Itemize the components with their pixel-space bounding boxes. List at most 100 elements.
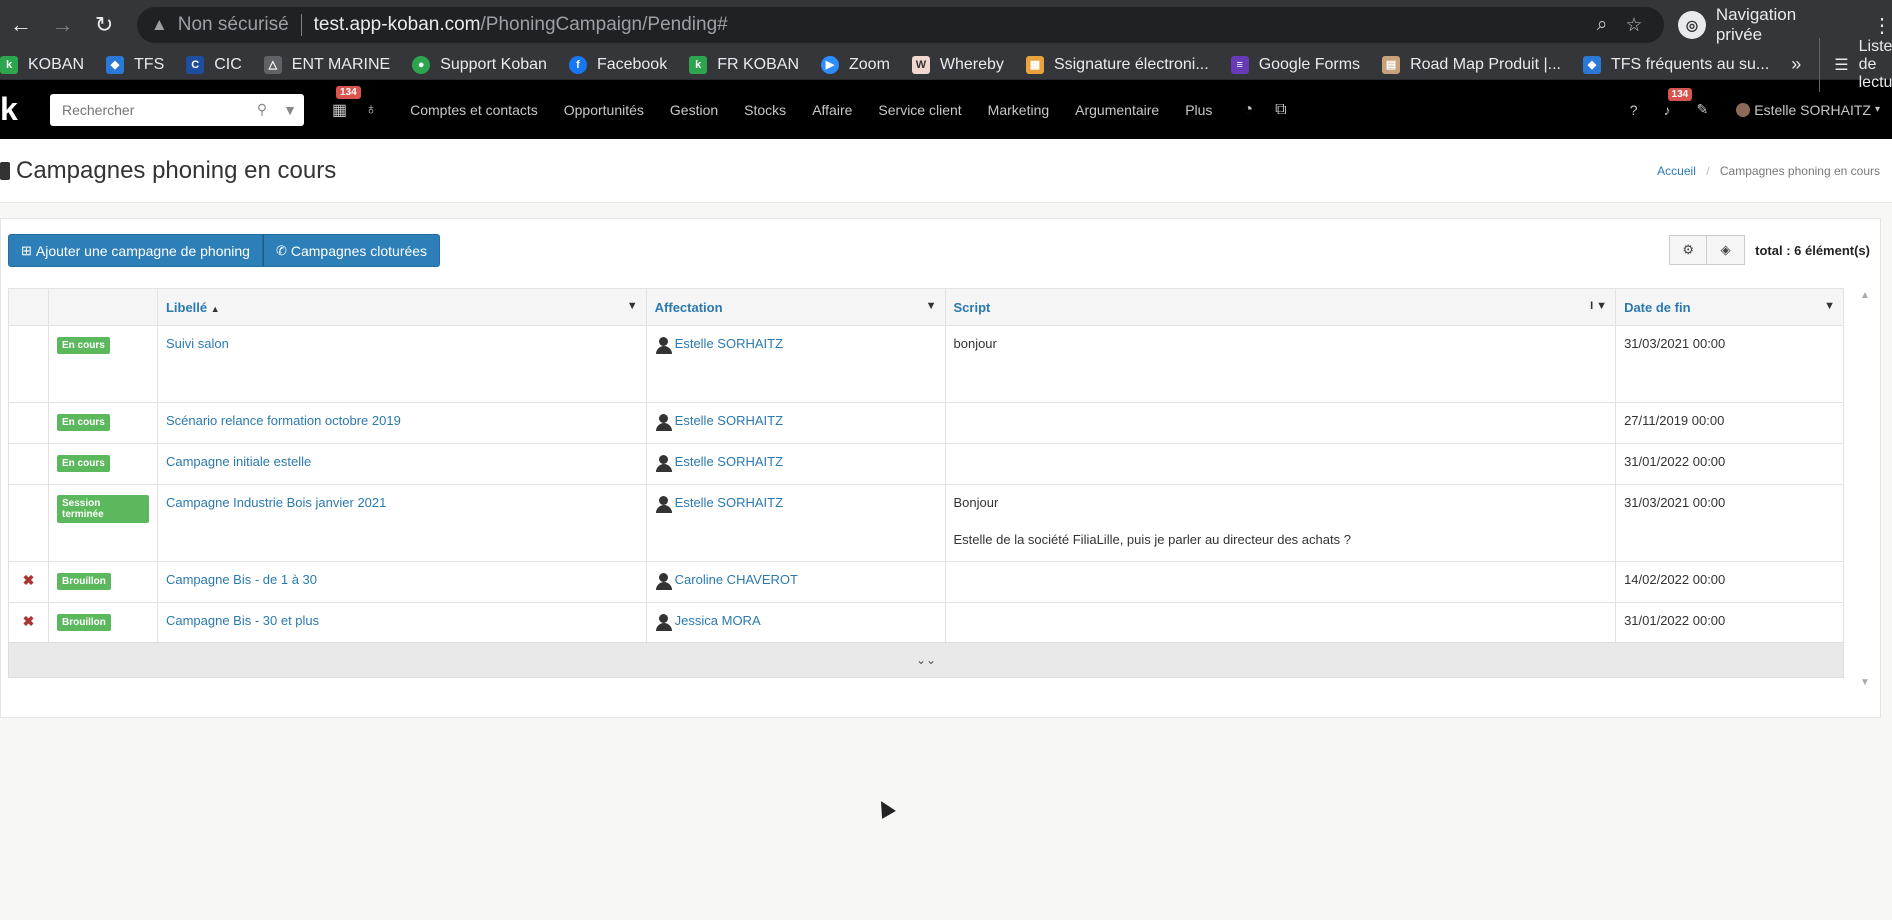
tfs-icon: ◆ — [106, 55, 125, 74]
assignee-link[interactable]: Estelle SORHAITZ — [675, 336, 783, 351]
bookmark-koban[interactable]: k KOBAN — [0, 55, 84, 74]
campaign-link[interactable]: Scénario relance formation octobre 2019 — [166, 413, 401, 428]
filter-icon[interactable]: ▼ — [1824, 300, 1835, 312]
campaign-link[interactable]: Campagne Industrie Bois janvier 2021 — [166, 495, 386, 510]
windows-icon[interactable]: ⧉ — [1275, 101, 1286, 119]
column-status — [47, 288, 158, 326]
filter-icon[interactable]: ▼ — [276, 102, 304, 118]
bookmark-cic[interactable]: C CIC — [186, 55, 242, 74]
filter-icon[interactable]: ▼ — [926, 300, 937, 312]
menu-plus[interactable]: Plus — [1185, 102, 1212, 118]
closed-campaigns-button[interactable]: ✆ Campagnes cloturées — [262, 234, 441, 267]
campaign-link[interactable]: Campagne Bis - 30 et plus — [166, 613, 319, 628]
zoom-icon: ▶ — [821, 55, 839, 74]
notification-count-badge: 134 — [1667, 87, 1693, 101]
campaign-link[interactable]: Campagne initiale estelle — [166, 454, 311, 469]
status-badge: Brouillon — [56, 614, 111, 631]
campaign-link[interactable]: Suivi salon — [166, 336, 229, 351]
more-menu-icon[interactable]: ⋮ — [1872, 13, 1892, 38]
star-icon[interactable]: ☆ — [1618, 14, 1650, 37]
cube-icon[interactable]: ◈ — [1707, 235, 1746, 265]
column-date-fin[interactable]: Date de fin ▼ — [1615, 288, 1844, 326]
table-scrollbar[interactable]: ▲ ▼ — [1857, 288, 1871, 688]
koban-logo[interactable]: k — [0, 91, 42, 128]
calendar-icon[interactable]: ▦ 134 — [332, 85, 361, 120]
page-title: Campagnes phoning en cours — [0, 157, 336, 185]
assignee-link[interactable]: Estelle SORHAITZ — [675, 454, 783, 469]
assignee-link[interactable]: Caroline CHAVEROT — [675, 572, 798, 587]
bookmark-signature[interactable]: ▦ Ssignature électroni... — [1025, 55, 1209, 74]
bookmark-tfs-frequents[interactable]: ◆ TFS fréquents au su... — [1582, 55, 1769, 74]
menu-comptes-contacts[interactable]: Comptes et contacts — [410, 102, 538, 118]
table-row[interactable]: En cours Campagne initiale estelle Estel… — [8, 443, 1844, 485]
column-delete — [8, 288, 49, 326]
delete-icon[interactable]: ✖ — [23, 572, 35, 588]
menu-stocks[interactable]: Stocks — [744, 102, 786, 118]
plus-square-icon: ⊞ — [21, 242, 32, 258]
back-icon[interactable]: ← — [0, 4, 42, 46]
column-affectation[interactable]: Affectation ▼ — [645, 288, 946, 326]
user-icon — [655, 572, 673, 590]
menu-gestion[interactable]: Gestion — [670, 102, 718, 118]
user-icon — [655, 454, 673, 472]
menu-affaire[interactable]: Affaire — [812, 102, 852, 118]
search-box[interactable]: ⚲ ▼ — [50, 93, 304, 126]
bookmark-facebook[interactable]: f Facebook — [568, 55, 667, 74]
wrench-icon[interactable]: ✎ — [1697, 101, 1709, 118]
column-libelle[interactable]: Libellé ▲ ▼ — [156, 288, 647, 326]
more-bookmarks-icon[interactable]: » — [1791, 54, 1801, 75]
forward-icon[interactable]: → — [42, 4, 84, 46]
scroll-up-icon[interactable]: ▲ — [1860, 290, 1870, 301]
table-row[interactable]: ✖ Brouillon Campagne Bis - de 1 à 30 Car… — [8, 561, 1844, 603]
bookmark-tfs[interactable]: ◆ TFS — [106, 55, 164, 74]
menu-argumentaire[interactable]: Argumentaire — [1075, 102, 1159, 118]
breadcrumb-current: Campagnes phoning en cours — [1719, 163, 1880, 178]
add-campaign-button[interactable]: ⊞ Ajouter une campagne de phoning — [8, 234, 263, 267]
assignee-link[interactable]: Estelle SORHAITZ — [675, 495, 783, 510]
table-row[interactable]: En cours Suivi salon Estelle SORHAITZ bo… — [8, 325, 1844, 403]
whereby-icon: W — [911, 55, 930, 74]
menu-opportunites[interactable]: Opportunités — [564, 102, 644, 118]
delete-icon[interactable]: ✖ — [23, 613, 35, 629]
load-more-bar[interactable]: ⌄⌄ — [8, 642, 1844, 678]
menu-service-client[interactable]: Service client — [878, 102, 961, 118]
user-name: Estelle SORHAITZ — [1754, 101, 1871, 118]
table-row[interactable]: Session terminée Campagne Industrie Bois… — [8, 484, 1844, 562]
user-menu[interactable]: Estelle SORHAITZ ▾ — [1736, 102, 1880, 118]
assignee-link[interactable]: Estelle SORHAITZ — [675, 413, 783, 428]
assignee-link[interactable]: Jessica MORA — [675, 613, 761, 628]
bookmark-whereby[interactable]: W Whereby — [911, 55, 1004, 74]
search-input[interactable] — [62, 101, 248, 118]
end-date: 31/03/2021 00:00 — [1624, 336, 1726, 351]
bookmark-fr-koban[interactable]: k FR KOBAN — [689, 55, 799, 74]
filter-icon[interactable]: I ▼ — [1590, 300, 1607, 312]
breadcrumb-home[interactable]: Accueil — [1657, 164, 1696, 178]
campaign-link[interactable]: Campagne Bis - de 1 à 30 — [166, 572, 317, 587]
bookmark-support-koban[interactable]: ● Support Koban — [412, 55, 547, 74]
reading-list[interactable]: ☰Liste de lecture — [1819, 37, 1892, 92]
bell-icon[interactable]: ♪ 134 — [1664, 87, 1693, 118]
dashboard-icon[interactable]: ◔ — [1243, 101, 1253, 119]
table-row[interactable]: ✖ Brouillon Campagne Bis - 30 et plus Je… — [8, 602, 1844, 644]
column-script[interactable]: Script I ▼ — [944, 288, 1617, 326]
zoom-icon[interactable]: ⌕ — [1586, 14, 1618, 36]
help-icon[interactable]: ? — [1630, 102, 1638, 118]
bookmark-roadmap[interactable]: ▤ Road Map Produit |... — [1382, 55, 1561, 74]
address-bar[interactable]: ▲ Non sécurisé test.app-koban.com /Phoni… — [136, 7, 1665, 43]
reload-icon[interactable]: ↻ — [83, 4, 125, 46]
koban-icon: k — [689, 55, 708, 74]
settings-icon[interactable]: ⚙ — [1669, 235, 1708, 265]
menu-marketing[interactable]: Marketing — [988, 102, 1049, 118]
lightbulb-icon[interactable]: ♁ — [365, 101, 377, 119]
warning-icon: ▲ — [150, 15, 168, 34]
table-row[interactable]: En cours Scénario relance formation octo… — [8, 402, 1844, 444]
roadmap-icon: ▤ — [1382, 55, 1401, 74]
scroll-down-icon[interactable]: ▼ — [1860, 677, 1870, 688]
bookmark-zoom[interactable]: ▶ Zoom — [821, 55, 890, 74]
bookmark-ent-marine[interactable]: △ ENT MARINE — [263, 55, 390, 74]
search-icon[interactable]: ⚲ — [248, 101, 276, 118]
campaign-table: Libellé ▲ ▼ Affectation ▼ Script I ▼ Date d… — [8, 288, 1844, 644]
filter-icon[interactable]: ▼ — [627, 300, 638, 312]
bookmark-google-forms[interactable]: ≡ Google Forms — [1230, 55, 1360, 74]
status-badge: Session terminée — [56, 495, 149, 523]
